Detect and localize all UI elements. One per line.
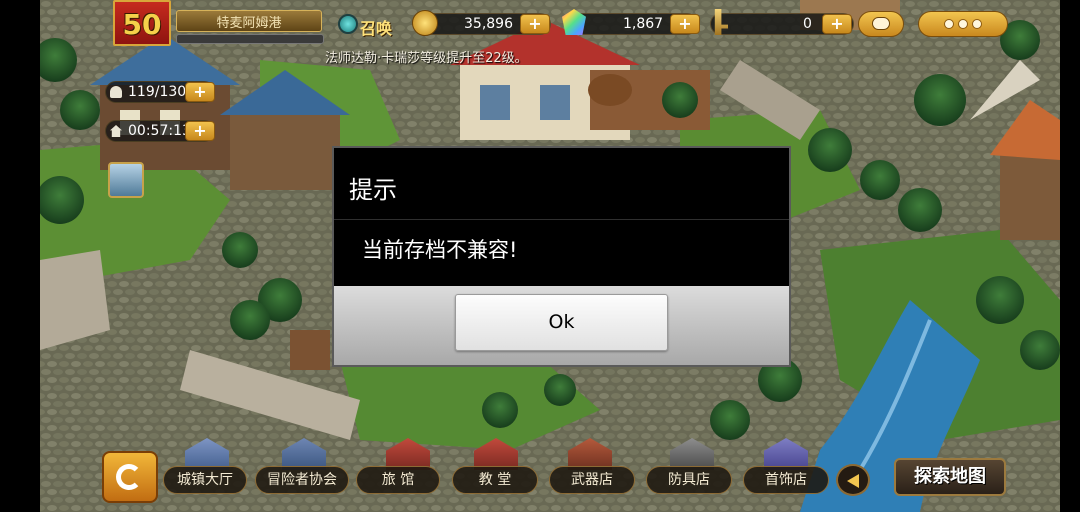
- summon-gear-icon[interactable]: [338, 14, 358, 34]
- left-letterbox: [0, 0, 40, 512]
- exp-bar: [176, 34, 324, 44]
- explore-map-button[interactable]: 探索地图: [894, 458, 1006, 496]
- person-icon: [110, 86, 122, 98]
- right-letterbox: [1060, 0, 1080, 512]
- level-badge[interactable]: 50: [113, 0, 171, 46]
- timer-value: 00:57:13: [128, 123, 191, 139]
- nav-jewelry-shop[interactable]: 首饰店: [743, 466, 829, 494]
- speech-bubble-icon: [872, 17, 890, 30]
- key-value: 0: [803, 16, 812, 32]
- buy-keys-button[interactable]: +: [822, 14, 852, 34]
- alert-dialog: 提示 当前存档不兼容! Ok: [332, 146, 791, 367]
- dialog-divider: [334, 219, 789, 220]
- level-up-notice: 法师达勒·卡瑞莎等级提升至22级。: [325, 51, 528, 66]
- chat-button[interactable]: [858, 11, 904, 37]
- dialog-button-bar: Ok: [334, 286, 789, 365]
- refresh-arrows-icon: [116, 464, 142, 490]
- nav-adventurer-guild[interactable]: 冒险者协会: [255, 466, 349, 494]
- population-value: 119/130: [128, 84, 187, 100]
- ok-button[interactable]: Ok: [455, 294, 668, 351]
- add-population-button[interactable]: +: [185, 82, 215, 102]
- dialog-title: 提示: [349, 176, 397, 204]
- dialog-message: 当前存档不兼容!: [362, 238, 518, 262]
- nav-prev-button[interactable]: [836, 464, 870, 496]
- house-icon: [110, 125, 122, 137]
- more-dots-icon: [972, 19, 982, 29]
- home-button[interactable]: [102, 451, 158, 503]
- buy-gems-button[interactable]: +: [670, 14, 700, 34]
- nav-church[interactable]: 教 堂: [452, 466, 538, 494]
- quest-scroll-icon[interactable]: [108, 162, 144, 198]
- nav-town-hall[interactable]: 城镇大厅: [163, 466, 247, 494]
- gold-value: 35,896: [464, 16, 513, 32]
- buy-gold-button[interactable]: +: [520, 14, 550, 34]
- summon-button-label[interactable]: 召唤: [360, 15, 392, 39]
- more-dots-icon: [958, 19, 968, 29]
- player-level: 50: [122, 8, 162, 41]
- player-name-plate[interactable]: 特麦阿姆港: [176, 10, 322, 32]
- player-name: 特麦阿姆港: [216, 16, 282, 31]
- game-screen: 50 特麦阿姆港 召唤 35,896 + 1,867 + 0 + 法师达勒·卡瑞…: [0, 0, 1080, 512]
- gold-coin-icon: [412, 10, 438, 36]
- gem-value: 1,867: [623, 16, 664, 32]
- nav-armor-shop[interactable]: 防具店: [646, 466, 732, 494]
- speed-up-button[interactable]: +: [185, 121, 215, 141]
- nav-weapon-shop[interactable]: 武器店: [549, 466, 635, 494]
- more-menu-button[interactable]: [918, 11, 1008, 37]
- more-dots-icon: [944, 19, 954, 29]
- left-arrow-icon: [847, 474, 859, 488]
- nav-inn[interactable]: 旅 馆: [356, 466, 440, 494]
